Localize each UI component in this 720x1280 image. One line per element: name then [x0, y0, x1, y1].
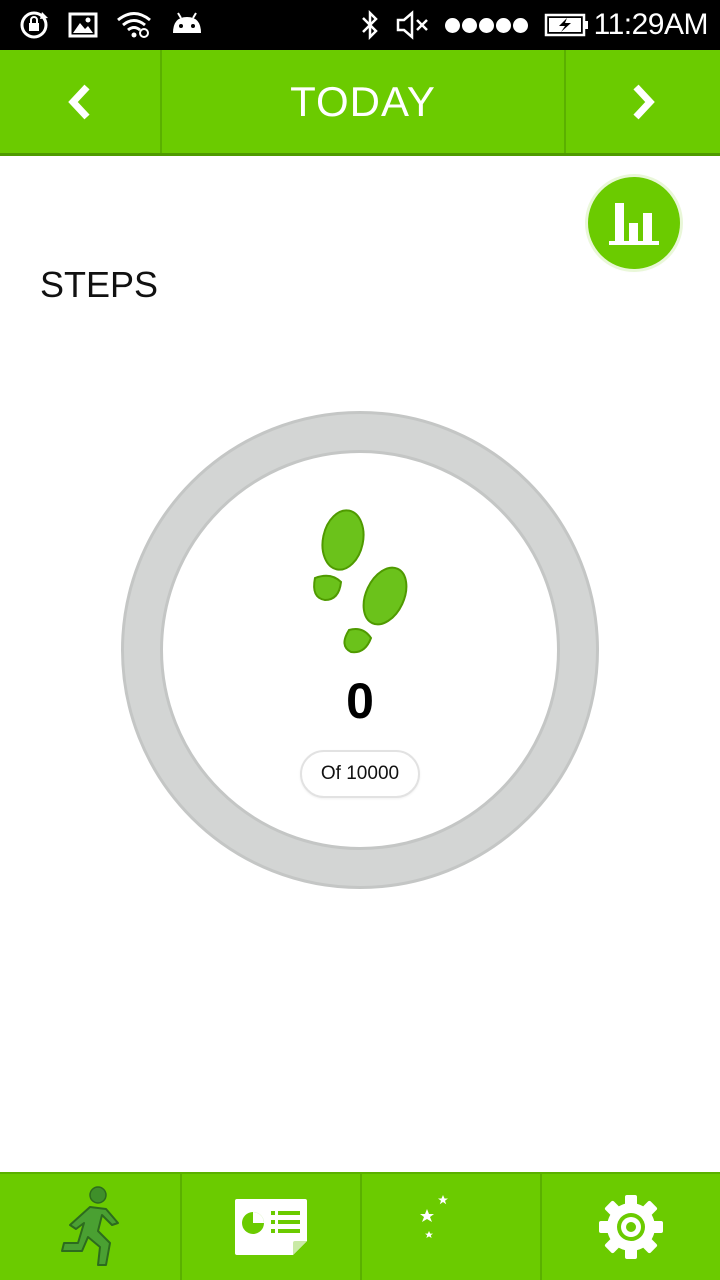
- bar-chart-icon: [609, 203, 659, 245]
- bottom-tab-bar: [0, 1172, 720, 1280]
- running-person-icon: [61, 1186, 119, 1266]
- next-day-button[interactable]: [564, 50, 720, 153]
- mute-icon: [395, 10, 431, 40]
- previous-day-button[interactable]: [0, 50, 162, 153]
- status-left: [18, 9, 222, 41]
- status-time: 11:29AM: [593, 8, 709, 41]
- tab-sleep[interactable]: [360, 1174, 540, 1280]
- statistics-button[interactable]: [588, 177, 680, 269]
- screen-rotation-lock-icon: [18, 9, 50, 41]
- footprints-icon: [313, 509, 408, 654]
- android-icon: [170, 11, 204, 39]
- tab-reports[interactable]: [180, 1174, 360, 1280]
- chevron-left-icon: [68, 84, 90, 119]
- moon-stars-icon: [420, 1195, 476, 1252]
- step-count-value: 0: [346, 673, 374, 729]
- wifi-icon: [116, 11, 152, 39]
- status-bar: 11:29AM: [0, 0, 720, 50]
- section-title: STEPS: [40, 264, 159, 305]
- status-right: 11:29AM: [345, 8, 709, 42]
- tab-activity[interactable]: [0, 1174, 180, 1280]
- tab-settings[interactable]: [540, 1174, 720, 1280]
- step-goal-badge: Of 10000: [300, 750, 420, 798]
- signal-dots-icon: [444, 17, 530, 33]
- battery-charging-icon: [544, 12, 590, 38]
- date-title: TODAY: [290, 77, 436, 125]
- bluetooth-icon: [359, 10, 381, 40]
- steps-progress-ring: 0 Of 10000: [120, 410, 600, 890]
- top-nav-bar: TODAY: [0, 50, 720, 156]
- report-card-icon: [235, 1199, 307, 1255]
- gear-icon: [599, 1195, 663, 1259]
- app-screen: 11:29AM TODAY STEPS 0 Of 10000: [0, 0, 720, 1280]
- image-icon: [68, 11, 98, 39]
- chevron-right-icon: [633, 84, 655, 119]
